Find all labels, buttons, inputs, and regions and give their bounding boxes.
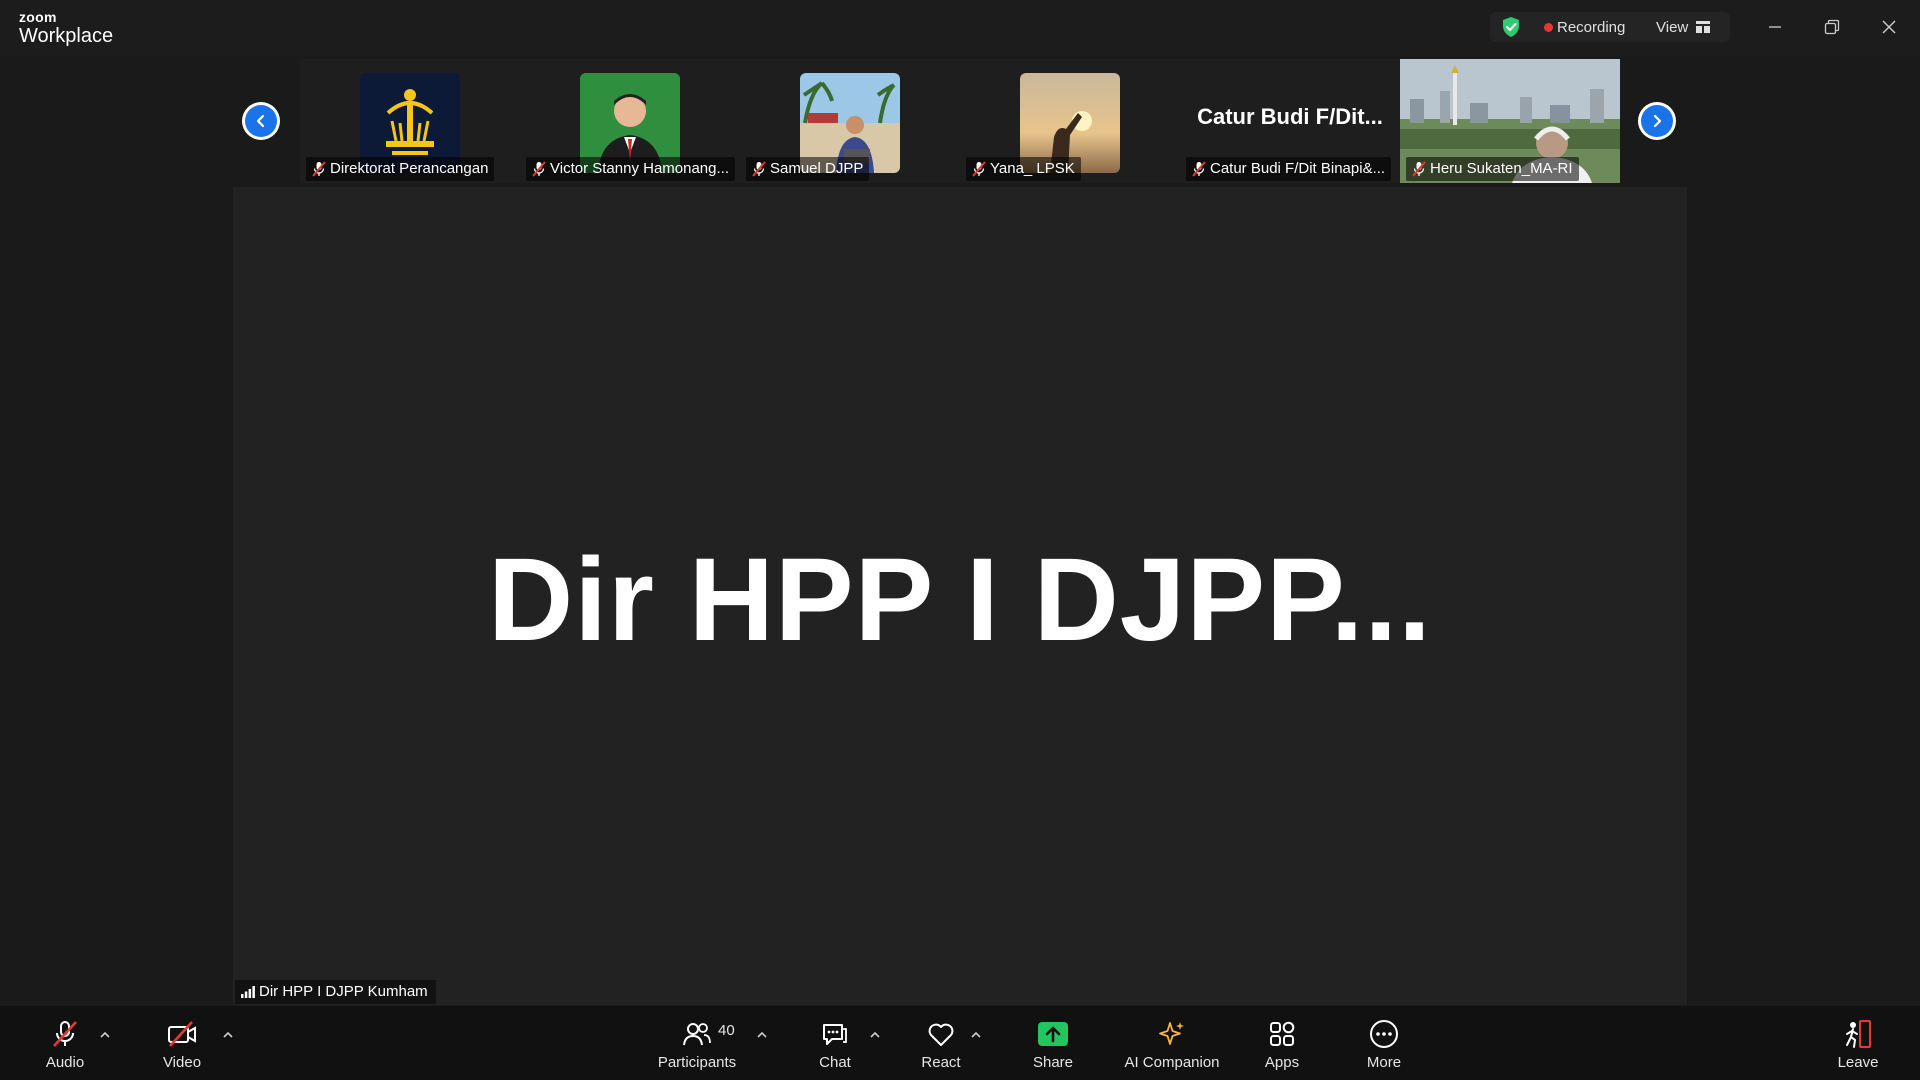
title-bar: zoom Workplace Recording View: [0, 0, 1920, 56]
minimize-icon: [1769, 26, 1781, 28]
gallery-next-button[interactable]: [1638, 102, 1676, 140]
close-icon: [1882, 20, 1896, 34]
active-speaker-label-text: Dir HPP I DJPP Kumham: [259, 983, 428, 1000]
audio-label: Audio: [45, 1054, 85, 1071]
video-off-icon: [168, 1021, 196, 1047]
participant-tile[interactable]: Heru Sukaten_MA-RI: [1400, 59, 1620, 183]
video-button[interactable]: Video: [132, 1018, 232, 1074]
security-shield-icon[interactable]: [1500, 16, 1522, 38]
participant-name: Yana_ LPSK: [966, 157, 1081, 181]
video-options-chevron-up-icon[interactable]: [220, 1028, 236, 1042]
active-speaker-stage[interactable]: Dir HPP I DJPP... Dir HPP I DJPP Kumham: [233, 187, 1687, 1005]
participant-name-text: Samuel DJPP: [770, 160, 864, 177]
participant-name-text: Catur Budi F/Dit Binapi&...: [1210, 160, 1386, 177]
chat-options-chevron-up-icon[interactable]: [867, 1028, 883, 1042]
react-label: React: [921, 1054, 961, 1071]
participant-tile[interactable]: Yana_ LPSK: [960, 59, 1180, 183]
mic-muted-icon: [53, 1021, 77, 1047]
active-speaker-label: Dir HPP I DJPP Kumham: [235, 980, 436, 1004]
minimize-button[interactable]: [1758, 12, 1792, 42]
close-button[interactable]: [1872, 12, 1906, 42]
participant-name: Heru Sukaten_MA-RI: [1406, 157, 1579, 181]
share-label: Share: [1032, 1054, 1074, 1071]
audio-options-chevron-up-icon[interactable]: [97, 1028, 113, 1042]
react-button[interactable]: React: [891, 1018, 991, 1074]
apps-button[interactable]: Apps: [1232, 1018, 1332, 1074]
participants-label: Participants: [657, 1054, 737, 1071]
participants-icon: [683, 1023, 711, 1046]
participant-name: Catur Budi F/Dit Binapi&...: [1186, 157, 1392, 181]
participant-name-text: Direktorat Perancangan: [330, 160, 489, 177]
more-button[interactable]: More: [1334, 1018, 1434, 1074]
mic-muted-icon: [312, 161, 326, 177]
signal-strength-icon: [241, 986, 255, 998]
participant-name-text: Yana_ LPSK: [990, 160, 1075, 177]
leave-button[interactable]: Leave: [1808, 1018, 1908, 1074]
participants-options-chevron-up-icon[interactable]: [754, 1028, 770, 1042]
view-label: View: [1656, 18, 1689, 36]
participant-name: Direktorat Perancangan: [306, 157, 495, 181]
share-screen-icon: [1038, 1022, 1068, 1046]
recording-label[interactable]: Recording: [1557, 19, 1625, 36]
share-button[interactable]: Share: [1003, 1018, 1103, 1074]
participant-name: Victor Stanny Hamonang...: [526, 157, 735, 181]
leave-icon: [1846, 1020, 1871, 1048]
meeting-toolbar: Audio Video Participants 40 Chat React S…: [0, 1006, 1920, 1080]
react-options-chevron-up-icon[interactable]: [968, 1028, 984, 1042]
audio-button[interactable]: Audio: [15, 1018, 115, 1074]
more-label: More: [1366, 1054, 1402, 1071]
ai-companion-button[interactable]: AI Companion: [1122, 1018, 1222, 1074]
leave-label: Leave: [1837, 1054, 1879, 1071]
mic-muted-icon: [532, 161, 546, 177]
participant-name-text: Heru Sukaten_MA-RI: [1430, 160, 1573, 177]
gallery-prev-button[interactable]: [242, 102, 280, 140]
heart-icon: [928, 1023, 954, 1046]
sparkle-icon: [1159, 1022, 1184, 1045]
participants-count-badge: 40: [718, 1022, 735, 1039]
chevron-left-icon: [256, 114, 265, 128]
participant-display-name: Catur Budi F/Dit...: [1197, 104, 1383, 129]
active-speaker-name-large: Dir HPP I DJPP...: [488, 534, 1432, 666]
mic-muted-icon: [752, 161, 766, 177]
participant-tile[interactable]: Samuel DJPP: [740, 59, 960, 183]
app-logo: zoom Workplace: [19, 10, 113, 46]
more-options-icon: [1370, 1020, 1398, 1048]
ai-companion-label: AI Companion: [1124, 1054, 1220, 1071]
grid-view-icon: [1696, 21, 1711, 33]
mic-muted-icon: [1412, 161, 1426, 177]
participant-name: Samuel DJPP: [746, 157, 870, 181]
apps-label: Apps: [1264, 1054, 1300, 1071]
chat-icon: [823, 1024, 847, 1045]
apps-icon: [1270, 1021, 1295, 1046]
participant-tile[interactable]: Catur Budi F/Dit... Catur Budi F/Dit Bin…: [1180, 59, 1400, 183]
participant-gallery: Direktorat Perancangan Victor Stanny Ham…: [300, 59, 1620, 184]
chevron-right-icon: [1653, 114, 1662, 128]
restore-button[interactable]: [1815, 12, 1849, 42]
participant-tile[interactable]: Victor Stanny Hamonang...: [520, 59, 740, 183]
brand-small: zoom: [19, 9, 57, 25]
restore-icon: [1824, 19, 1840, 35]
participant-name-text: Victor Stanny Hamonang...: [550, 160, 729, 177]
recording-dot-icon: [1544, 23, 1553, 32]
mic-muted-icon: [1192, 161, 1206, 177]
video-label: Video: [162, 1054, 202, 1071]
participant-tile[interactable]: Direktorat Perancangan: [300, 59, 520, 183]
view-button[interactable]: View: [1648, 12, 1718, 42]
mic-muted-icon: [972, 161, 986, 177]
chat-label: Chat: [819, 1054, 851, 1071]
chat-button[interactable]: Chat: [785, 1018, 885, 1074]
brand-large: Workplace: [19, 25, 114, 47]
